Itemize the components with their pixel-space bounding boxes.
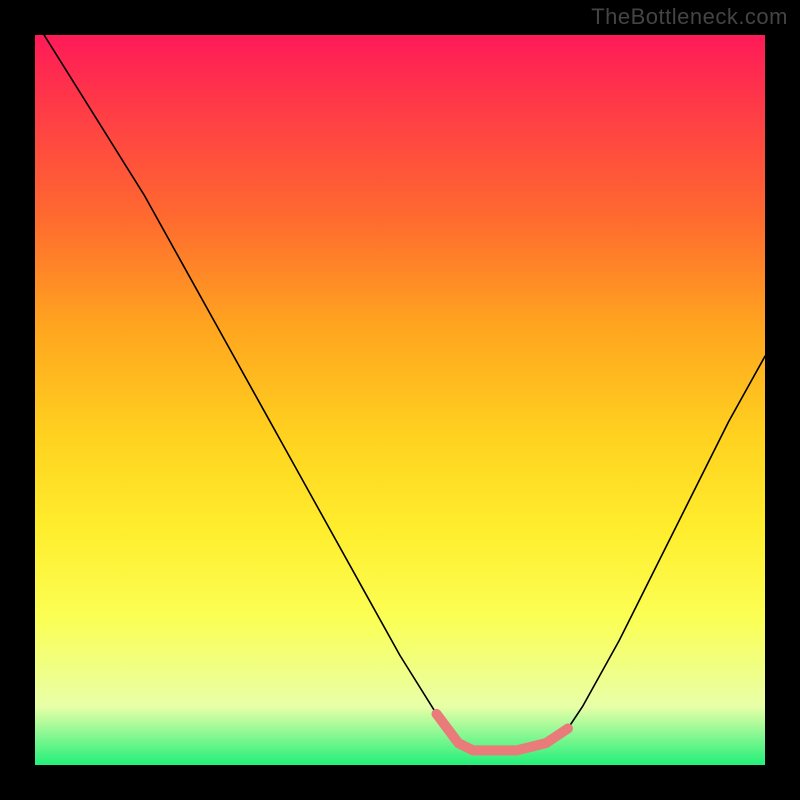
highlight-band-path: [437, 714, 568, 751]
watermark-text: TheBottleneck.com: [591, 4, 788, 30]
bottleneck-curve-path: [35, 20, 765, 750]
curve-svg: [35, 35, 765, 765]
plot-area: [35, 35, 765, 765]
chart-frame: TheBottleneck.com: [0, 0, 800, 800]
